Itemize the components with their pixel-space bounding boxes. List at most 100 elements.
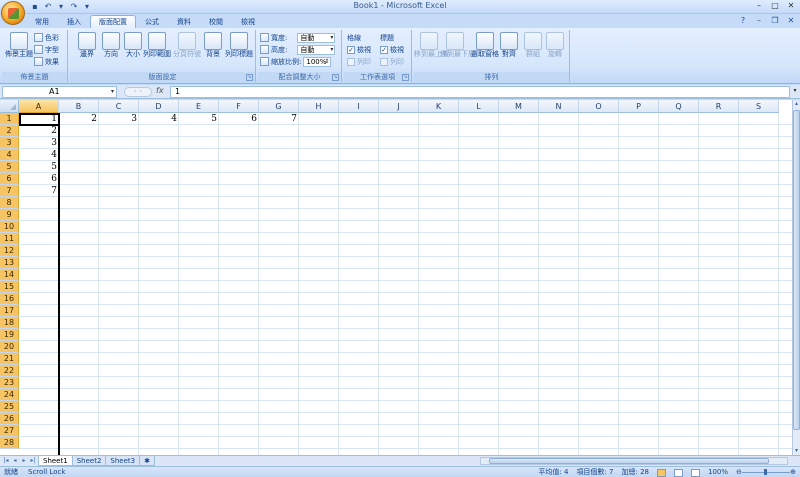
theme-effects-button[interactable]: 效果 [34, 56, 59, 67]
vertical-scroll-thumb[interactable] [793, 110, 800, 430]
prev-sheet-icon[interactable]: ◂ [11, 457, 19, 465]
cell-a5[interactable]: 5 [19, 161, 59, 173]
tab-page-layout[interactable]: 版面配置 [90, 15, 136, 28]
cell-a2[interactable]: 2 [19, 125, 59, 137]
column-header-e[interactable]: E [179, 100, 219, 113]
name-box[interactable]: A1 ▾ [2, 86, 117, 98]
column-header-l[interactable]: L [459, 100, 499, 113]
column-header-b[interactable]: B [59, 100, 99, 113]
row-header-17[interactable]: 17 [0, 305, 19, 317]
normal-view-icon[interactable] [656, 468, 666, 477]
gridlines-print-toggle[interactable]: 列印 [347, 56, 371, 67]
column-header-s[interactable]: S [739, 100, 779, 113]
headings-print-toggle[interactable]: 列印 [380, 56, 404, 67]
column-header-o[interactable]: O [579, 100, 619, 113]
cell-a7[interactable]: 7 [19, 185, 59, 197]
tab-formulas[interactable]: 公式 [136, 15, 168, 28]
first-sheet-icon[interactable]: |◂ [2, 457, 10, 465]
horizontal-scroll-thumb[interactable] [489, 458, 769, 464]
close-icon[interactable]: ✕ [786, 1, 796, 11]
help-icon[interactable]: ? [738, 16, 748, 26]
maximize-icon[interactable]: □ [770, 1, 780, 11]
sheet-tab-sheet2[interactable]: Sheet2 [71, 456, 107, 466]
headings-view-toggle[interactable]: ✓ 檢視 [380, 44, 404, 55]
column-header-f[interactable]: F [219, 100, 259, 113]
zoom-out-icon[interactable]: ⊖ [736, 468, 742, 476]
row-header-27[interactable]: 27 [0, 425, 19, 437]
workbook-close-icon[interactable]: ✕ [786, 16, 796, 26]
tab-review[interactable]: 校閱 [200, 15, 232, 28]
themes-button[interactable]: 佈景主題 [4, 32, 34, 59]
row-header-15[interactable]: 15 [0, 281, 19, 293]
formula-expand-icon[interactable]: ▾ [791, 87, 799, 97]
width-dropdown[interactable]: 自動 ▾ [297, 32, 336, 43]
page-setup-launcher-icon[interactable]: ↘ [246, 74, 253, 81]
vertical-scrollbar[interactable]: ▴ ▾ [792, 100, 800, 455]
rotate-button[interactable]: 旋轉 [540, 32, 570, 59]
cell-b1[interactable]: 2 [59, 113, 99, 125]
cell-a4[interactable]: 4 [19, 149, 59, 161]
cell-f1[interactable]: 6 [219, 113, 259, 125]
column-header-a[interactable]: A [19, 100, 59, 113]
column-header-g[interactable]: G [259, 100, 299, 113]
office-button[interactable] [1, 1, 25, 25]
row-header-3[interactable]: 3 [0, 137, 19, 149]
column-header-d[interactable]: D [139, 100, 179, 113]
workbook-restore-icon[interactable]: ❐ [770, 16, 780, 26]
cell-a6[interactable]: 6 [19, 173, 59, 185]
zoom-slider-knob[interactable] [764, 469, 767, 475]
workbook-minimize-icon[interactable]: – [754, 16, 764, 26]
page-break-view-icon[interactable] [690, 468, 700, 477]
row-header-1[interactable]: 1 [0, 113, 19, 125]
minimize-icon[interactable]: – [754, 1, 764, 11]
row-header-16[interactable]: 16 [0, 293, 19, 305]
column-header-j[interactable]: J [379, 100, 419, 113]
sheet-options-launcher-icon[interactable]: ↘ [402, 74, 409, 81]
column-header-c[interactable]: C [99, 100, 139, 113]
theme-colors-button[interactable]: 色彩 [34, 32, 59, 43]
row-header-20[interactable]: 20 [0, 341, 19, 353]
row-header-5[interactable]: 5 [0, 161, 19, 173]
print-area-button[interactable]: 列印範圍 [142, 32, 172, 59]
cell-e1[interactable]: 5 [179, 113, 219, 125]
scroll-up-icon[interactable]: ▴ [793, 100, 800, 108]
tab-view[interactable]: 檢視 [232, 15, 264, 28]
select-all-button[interactable] [0, 100, 19, 113]
page-layout-view-icon[interactable] [673, 468, 683, 477]
row-header-6[interactable]: 6 [0, 173, 19, 185]
horizontal-scrollbar[interactable] [480, 457, 788, 465]
column-header-r[interactable]: R [699, 100, 739, 113]
scale-to-fit-launcher-icon[interactable]: ↘ [332, 74, 339, 81]
next-sheet-icon[interactable]: ▸ [20, 457, 28, 465]
row-header-2[interactable]: 2 [0, 125, 19, 137]
tab-data[interactable]: 資料 [168, 15, 200, 28]
insert-function-icon[interactable]: fx [156, 86, 164, 95]
row-header-25[interactable]: 25 [0, 401, 19, 413]
row-header-11[interactable]: 11 [0, 233, 19, 245]
cell-g1[interactable]: 7 [259, 113, 299, 125]
column-header-i[interactable]: I [339, 100, 379, 113]
send-backward-button[interactable]: 移到最下層 [440, 32, 475, 59]
column-header-k[interactable]: K [419, 100, 459, 113]
tab-insert[interactable]: 插入 [58, 15, 90, 28]
row-header-13[interactable]: 13 [0, 257, 19, 269]
row-header-8[interactable]: 8 [0, 197, 19, 209]
theme-fonts-button[interactable]: 字型 [34, 44, 59, 55]
row-header-18[interactable]: 18 [0, 317, 19, 329]
column-header-h[interactable]: H [299, 100, 339, 113]
print-titles-button[interactable]: 列印標題 [224, 32, 254, 59]
sheet-tab-sheet3[interactable]: Sheet3 [105, 456, 141, 466]
cell-d1[interactable]: 4 [139, 113, 179, 125]
row-header-21[interactable]: 21 [0, 353, 19, 365]
scale-spinner[interactable]: 100% ⇕ [303, 56, 332, 67]
column-header-p[interactable]: P [619, 100, 659, 113]
column-header-n[interactable]: N [539, 100, 579, 113]
sheet-tab-sheet1[interactable]: Sheet1 [38, 456, 73, 466]
height-dropdown[interactable]: 自動 ▾ [297, 44, 336, 55]
row-header-23[interactable]: 23 [0, 377, 19, 389]
tab-home[interactable]: 常用 [26, 15, 58, 28]
row-header-7[interactable]: 7 [0, 185, 19, 197]
row-header-12[interactable]: 12 [0, 245, 19, 257]
column-header-m[interactable]: M [499, 100, 539, 113]
formula-input[interactable]: 1 [170, 86, 790, 98]
